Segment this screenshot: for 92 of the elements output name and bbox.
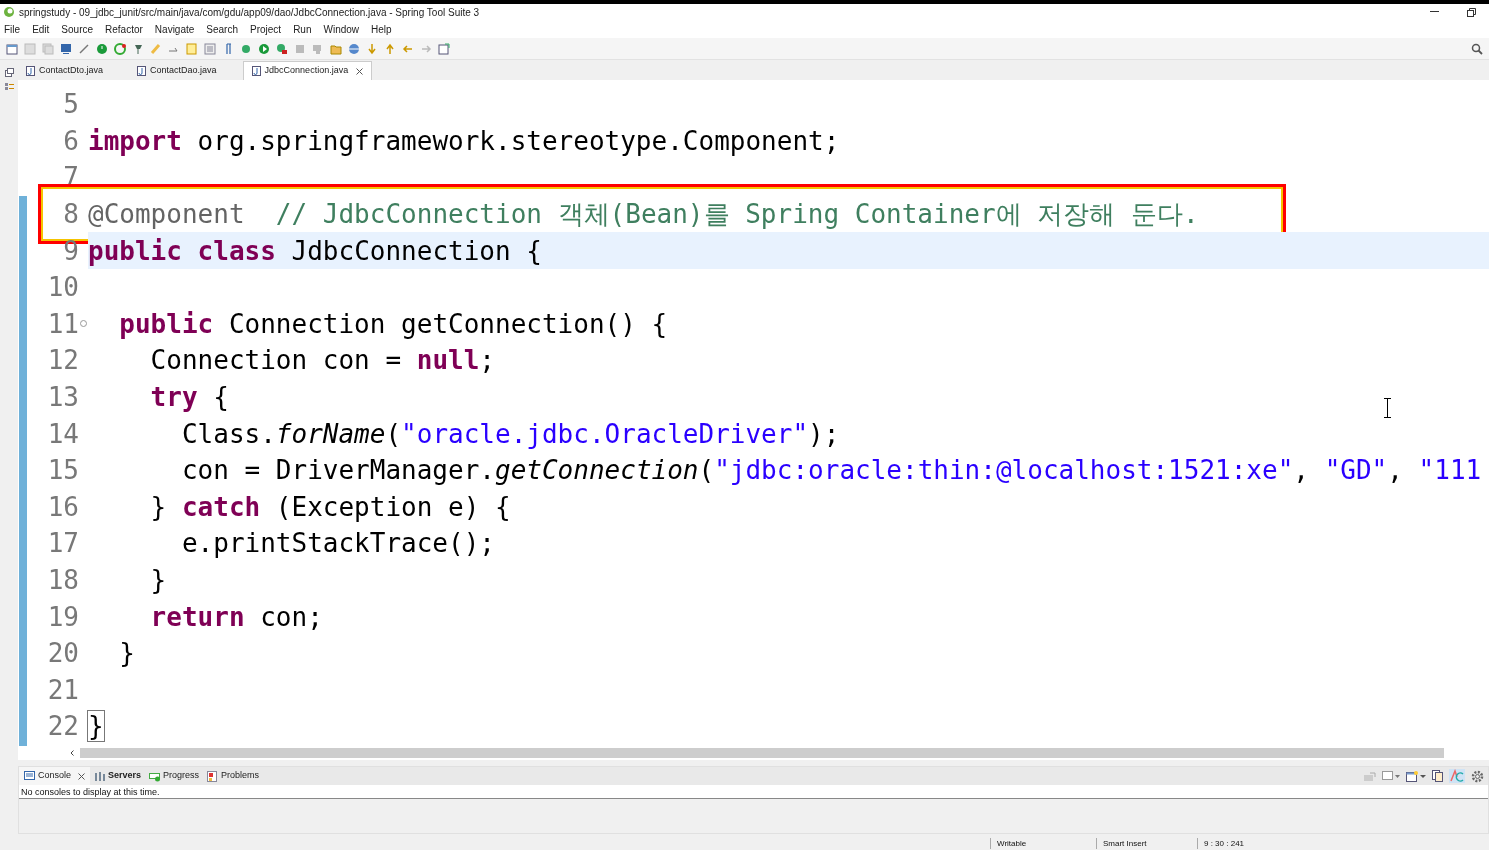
code-line: return con;: [149, 600, 323, 634]
code-line: }: [149, 564, 167, 597]
progress-icon: [149, 770, 161, 782]
panel-tab[interactable]: Console: [19, 767, 91, 785]
restore-icon[interactable]: [1467, 7, 1476, 17]
line-number: 21: [47, 676, 79, 703]
brush-icon[interactable]: [150, 42, 162, 55]
restore-view-icon[interactable]: [4, 68, 14, 77]
scroll-left-icon[interactable]: [70, 750, 74, 756]
settings-icon[interactable]: [1471, 769, 1484, 783]
console-message: No consoles to display at this time.: [19, 785, 1488, 799]
window-title: springstudy - 09_jdbc_junit/src/main/java/com/gdu/app09/dao/JdbcConnection.java - Spring Tool Suite 3: [19, 5, 481, 20]
display-console-icon[interactable]: [1382, 771, 1400, 781]
power-icon[interactable]: [96, 42, 108, 55]
stop-icon[interactable]: [294, 42, 306, 55]
menu-item[interactable]: Source: [61, 21, 94, 37]
code-line: Connection con = null;: [149, 344, 495, 378]
line-number: 19: [47, 603, 79, 630]
java-file-icon: [137, 65, 147, 76]
java-file-icon: [251, 66, 261, 76]
minimize-icon[interactable]: [1430, 11, 1439, 13]
java-file-icon: [26, 65, 35, 76]
list-icon[interactable]: [204, 42, 216, 55]
new-file-icon[interactable]: [6, 42, 18, 55]
panel-tab[interactable]: Servers: [90, 767, 146, 785]
line-number: 9: [63, 237, 79, 264]
close-icon[interactable]: [356, 67, 364, 75]
menu-item[interactable]: Navigate: [154, 21, 195, 37]
line-number: 12: [47, 347, 79, 374]
line-number: 17: [47, 530, 79, 557]
outline-view-icon[interactable]: [4, 83, 14, 92]
server-icon[interactable]: [312, 42, 324, 55]
menu-item[interactable]: Edit: [32, 21, 50, 37]
status-field: 9 : 30 : 241: [1197, 838, 1307, 849]
code-line: con = DriverManager.getConnection("jdbc:oracle:thin:@localhost:1521:xe", "GD", "111: [180, 454, 1482, 488]
status-field: Smart Insert: [1096, 838, 1197, 849]
line-number: 13: [47, 384, 79, 411]
menu-item[interactable]: Window: [323, 21, 360, 37]
folder-icon[interactable]: [330, 42, 342, 55]
line-number: 20: [47, 640, 79, 667]
line-number: 15: [47, 457, 79, 484]
copy-icon[interactable]: [1432, 770, 1443, 782]
document-icon[interactable]: [186, 42, 198, 55]
code-line: e.printStackTrace();: [180, 527, 495, 561]
code-line: Class.forName("oracle.jdbc.OracleDriver");: [180, 417, 840, 451]
run-tool-icon[interactable]: [276, 42, 288, 55]
line-number: 22: [47, 713, 79, 740]
code-line: import org.springframework.stereotype.Component;: [88, 124, 840, 158]
panel-tab[interactable]: Problems: [203, 767, 264, 785]
back-icon[interactable]: [402, 42, 414, 55]
console-icon: [24, 770, 35, 782]
line-number: 16: [47, 493, 79, 520]
play-icon[interactable]: [258, 42, 270, 55]
menu-item[interactable]: Run: [293, 21, 312, 37]
servers-icon: [94, 770, 106, 782]
menu-item[interactable]: Project: [250, 21, 282, 37]
panel-tab[interactable]: Progress: [145, 767, 204, 785]
line-number: 11: [47, 310, 79, 337]
menu-item[interactable]: File: [4, 21, 21, 37]
menu-item[interactable]: Help: [371, 21, 392, 37]
code-line: @Component // JdbcConnection 객체(Bean)를 Spring Container에 저장해 둔다.: [88, 198, 1199, 232]
globe-icon[interactable]: [348, 42, 360, 55]
problems-icon: [207, 770, 219, 782]
next-annotation-icon[interactable]: [366, 42, 378, 55]
close-icon[interactable]: [78, 772, 86, 780]
save-icon[interactable]: [24, 42, 36, 55]
menu-item[interactable]: Search: [206, 21, 238, 37]
status-field: Writable: [990, 838, 1096, 849]
code-line: }: [88, 710, 104, 744]
text-cursor-icon: [1384, 398, 1391, 418]
editor-tab[interactable]: JdbcConnection.java: [242, 61, 373, 80]
menu-item[interactable]: Refactor: [105, 21, 143, 37]
line-number: 8: [63, 201, 79, 228]
line-number: 6: [63, 127, 79, 154]
search-icon[interactable]: [1471, 42, 1483, 55]
line-number: 10: [47, 274, 79, 301]
line-number: 14: [47, 420, 79, 447]
previous-annotation-icon[interactable]: [384, 42, 396, 55]
save-all-icon[interactable]: [42, 42, 54, 55]
fold-icon[interactable]: [80, 320, 87, 328]
line-number: 5: [63, 91, 79, 118]
code-line: try {: [149, 381, 229, 415]
code-line: public Connection getConnection() {: [118, 307, 668, 341]
open-perspective-icon[interactable]: [438, 42, 450, 55]
monitor-icon[interactable]: [60, 42, 72, 55]
line-number: 18: [47, 567, 79, 593]
new-console-icon[interactable]: [1406, 770, 1426, 782]
horizontal-scrollbar[interactable]: [80, 748, 1444, 758]
refresh-icon[interactable]: [114, 42, 126, 55]
code-line: } catch (Exception e) {: [149, 490, 511, 524]
forward-icon[interactable]: [420, 42, 432, 55]
code-line: }: [118, 637, 135, 671]
